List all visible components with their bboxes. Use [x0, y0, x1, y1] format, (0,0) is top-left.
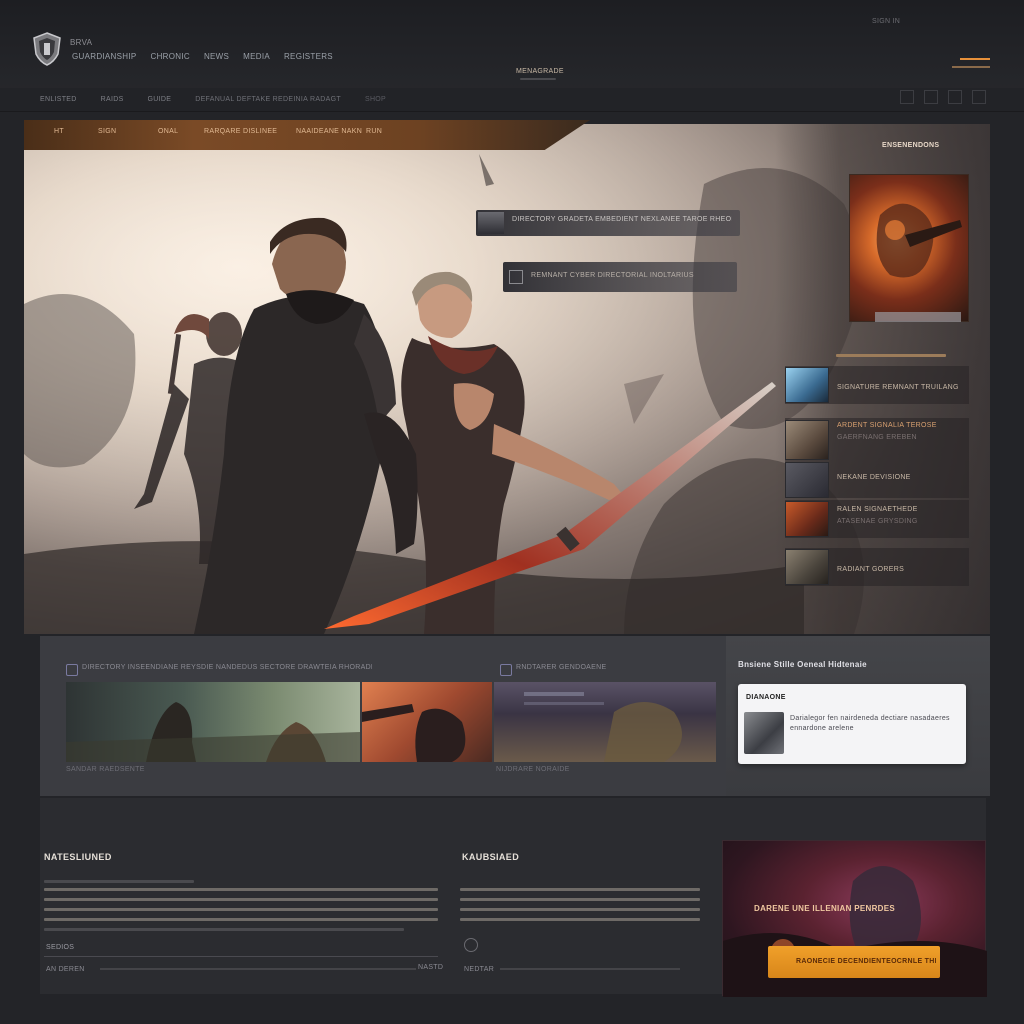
sign-in-link[interactable]: SIGN IN — [872, 18, 900, 25]
bottom-left-date: NASTD — [418, 964, 444, 971]
play-icon[interactable] — [464, 938, 478, 952]
nav-item-news[interactable]: NEWS — [204, 52, 229, 61]
strip-header-left: DIRECTORY INSEENDIANE REYSDIE NANDEDUS S… — [82, 664, 372, 671]
news-card-thumb — [744, 712, 784, 754]
header-center-underline — [520, 78, 556, 80]
sidebar-item-meta-2: GAERFNANG EREBEN — [837, 434, 917, 441]
search-icon[interactable] — [948, 90, 962, 104]
sidebar-item-label-5: RADIANT GORERS — [837, 566, 905, 573]
sidebar-thumb-3 — [785, 462, 829, 498]
sidebar-item-label-2: ARDENT SIGNALIA TEROSE — [837, 422, 937, 429]
sidebar-rule — [836, 354, 946, 357]
sidebar-item-4[interactable]: RALEN SIGNAETHEDE ATASENAE GRYSDING — [785, 500, 969, 538]
bottom-left-footer[interactable]: SEDIOS — [46, 944, 74, 951]
brand-name: BRVA — [70, 38, 93, 47]
promo-cta-label: RAONECIE DECENDIENTEOCRNLE THE — [796, 958, 936, 965]
bottom-mid-title: KAUBSIAED — [462, 852, 520, 862]
news-card-title: DIANAONE — [746, 694, 786, 701]
callout-thumb-1 — [478, 212, 504, 234]
sidebar-thumb-1 — [785, 367, 829, 403]
gallery-image-2[interactable] — [362, 682, 492, 762]
sidebar-item-label-4: RALEN SIGNAETHEDE — [837, 506, 918, 513]
header-center-label: MENAGRADE — [516, 68, 564, 75]
subnav-item-defanual[interactable]: DEFANUAL DEFTAKE REDEINIA RADAGT — [195, 96, 341, 103]
sidebar-thumb-4 — [785, 501, 829, 537]
bottom-mid-paragraph — [460, 888, 700, 928]
hero-tab-6[interactable]: RUN — [366, 128, 382, 135]
sidebar-item-3[interactable]: NEKANE DEVISIONE — [785, 462, 969, 498]
hero-tab-3[interactable]: ONAL — [158, 128, 178, 135]
callout-text-2: REMNANT CYBER DIRECTORIAL INOLTARIUS — [531, 272, 694, 279]
gallery-image-3[interactable] — [494, 682, 716, 762]
menu-icon[interactable] — [952, 58, 990, 68]
subnav-item-guide[interactable]: GUIDE — [148, 96, 172, 103]
subnav-item-enlisted[interactable]: ENLISTED — [40, 96, 77, 103]
grid-icon[interactable] — [924, 90, 938, 104]
user-icon[interactable] — [972, 90, 986, 104]
bottom-mid-meta: NEDTAR — [464, 966, 495, 973]
featured-progress — [875, 312, 961, 322]
hero-tab-bar — [24, 120, 590, 150]
nav-item-registers[interactable]: REGISTERS — [284, 52, 333, 61]
strip-caption-right: NIJDRARE NORAIDE — [496, 766, 570, 773]
news-card-body: Darialegor fen nairdeneda dectiare nasad… — [790, 715, 950, 732]
subnav-icons — [900, 90, 986, 104]
bottom-left-subline — [44, 880, 194, 883]
sidebar-item-2[interactable]: ARDENT SIGNALIA TEROSE GAERFNANG EREBEN — [785, 418, 969, 462]
strip-caption-left: SANDAR RAEDSENTE — [66, 766, 145, 773]
top-bar — [0, 0, 1024, 92]
sidebar-thumb-2 — [785, 420, 829, 460]
bottom-left-meta: AN DEREN — [46, 966, 85, 973]
media-icon-2 — [500, 664, 512, 676]
sidebar-item-meta-4: ATASENAE GRYSDING — [837, 518, 918, 525]
sidebar-item-label-1: SIGNATURE REMNANT TRUILANG — [837, 384, 959, 391]
nav-item-media[interactable]: MEDIA — [243, 52, 270, 61]
subnav-item-raids[interactable]: RAIDS — [101, 96, 124, 103]
callout-icon-2 — [509, 270, 523, 284]
gallery-image-1[interactable] — [66, 682, 360, 762]
callout-text-1: DIRECTORY GRADETA EMBEDIENT NEXLANEE TAR… — [512, 216, 732, 223]
sidebar-item-label-3: NEKANE DEVISIONE — [837, 474, 911, 481]
sidebar-thumb-5 — [785, 549, 829, 585]
hero-callout-1[interactable]: DIRECTORY GRADETA EMBEDIENT NEXLANEE TAR… — [476, 210, 740, 236]
shield-logo-icon[interactable] — [32, 32, 62, 66]
hero-tab-1[interactable]: HT — [54, 128, 64, 135]
bottom-mid-progress — [500, 968, 680, 970]
promo-cta-button[interactable]: RAONECIE DECENDIENTEOCRNLE THE — [768, 946, 940, 978]
main-nav: GUARDIANSHIP CHRONIC NEWS MEDIA REGISTER… — [72, 52, 333, 61]
sub-nav-items: ENLISTED RAIDS GUIDE DEFANUAL DEFTAKE RE… — [40, 96, 386, 103]
media-icon — [66, 664, 78, 676]
sidebar-item-1[interactable]: SIGNATURE REMNANT TRUILANG — [785, 366, 969, 404]
bottom-left-title: NATESLIUNED — [44, 852, 112, 862]
bottom-left-paragraph — [44, 888, 438, 931]
hero-tab-4[interactable]: RARQARE DISLINEE — [204, 128, 277, 135]
news-title: Bnsiene Stille Oeneal Hidtenaie — [738, 660, 867, 669]
sidebar-item-5[interactable]: RADIANT GORERS — [785, 548, 969, 586]
share-icon[interactable] — [900, 90, 914, 104]
featured-image[interactable] — [849, 174, 969, 322]
bottom-left-divider — [44, 956, 438, 957]
promo-title: DARENE UNE ILLENIAN PENRDES — [754, 904, 896, 913]
nav-item-chronic[interactable]: CHRONIC — [151, 52, 190, 61]
strip-header-right: RNDTARER GENDOAENE — [516, 664, 607, 671]
hero-tab-5[interactable]: NAAIDEANE NAKN — [296, 128, 362, 135]
nav-item-guardianship[interactable]: GUARDIANSHIP — [72, 52, 137, 61]
hero-tab-2[interactable]: SIGN — [98, 128, 116, 135]
bottom-left-progress — [100, 968, 416, 970]
subnav-item-shop[interactable]: SHOP — [365, 96, 386, 103]
hero-callout-2[interactable]: REMNANT CYBER DIRECTORIAL INOLTARIUS — [503, 262, 737, 292]
sidebar-title: ENSENENDONS — [882, 142, 940, 149]
